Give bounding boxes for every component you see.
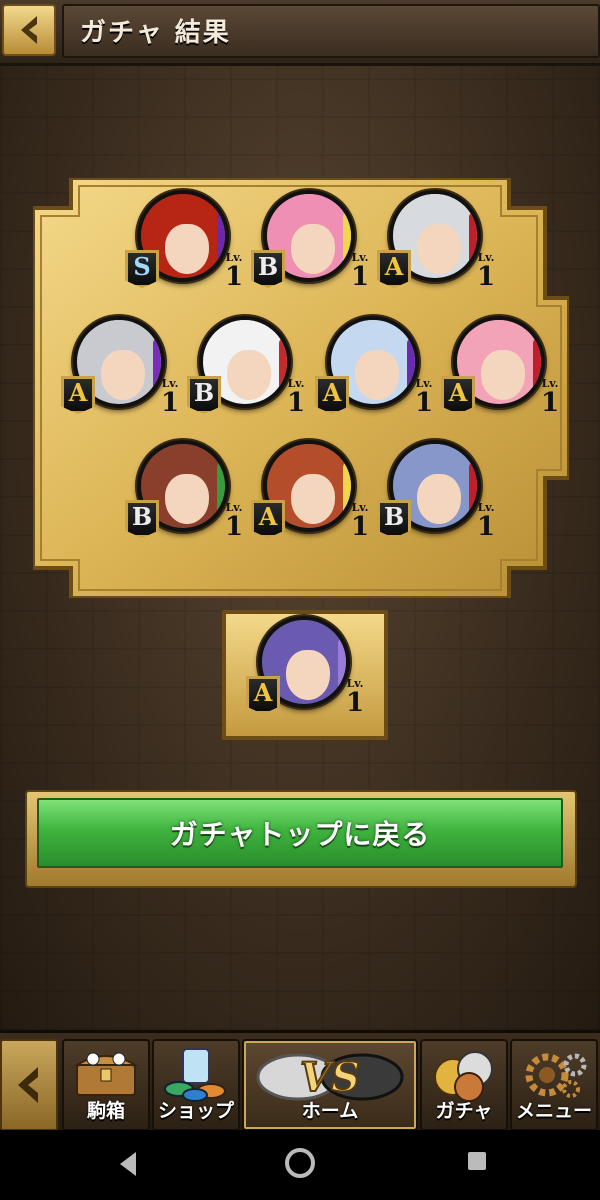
level-value: 1 xyxy=(414,388,434,418)
rank-badge: S xyxy=(125,250,159,288)
system-home-icon[interactable] xyxy=(283,1146,317,1180)
portrait-face xyxy=(286,650,330,700)
unit-card[interactable]: B Lv. 1 xyxy=(251,190,369,304)
level-value: 1 xyxy=(286,388,306,418)
gear-icon xyxy=(525,1053,587,1098)
vs-logo-text: VS xyxy=(300,1054,360,1101)
rank-badge: A xyxy=(61,376,95,414)
portrait-face xyxy=(291,224,335,274)
level-value: 1 xyxy=(350,512,370,542)
portrait-face xyxy=(101,350,145,400)
level-value: 1 xyxy=(345,688,365,718)
portrait-face xyxy=(355,350,399,400)
unit-card[interactable]: B Lv. 1 xyxy=(125,440,243,554)
unit-card[interactable]: B Lv. 1 xyxy=(377,440,495,554)
rank-badge: A xyxy=(246,676,280,714)
nav-back-button[interactable] xyxy=(0,1039,58,1131)
unit-card[interactable]: A Lv. 1 xyxy=(61,316,179,430)
portrait-face xyxy=(417,224,461,274)
nav-label-shop: ショップ xyxy=(157,1100,234,1122)
rank-letter: A xyxy=(384,252,404,281)
results-board: S Lv. 1 B Lv. 1 A Lv. 1 A Lv. 1 B Lv. 1 … xyxy=(33,178,569,598)
unit-card[interactable]: B Lv. 1 xyxy=(187,316,305,430)
nav-label-gacha: ガチャ xyxy=(435,1100,493,1122)
level-indicator: Lv. 1 xyxy=(407,378,441,424)
unit-card[interactable]: A Lv. 1 xyxy=(441,316,559,430)
portrait-face xyxy=(165,224,209,274)
rank-letter: B xyxy=(131,502,153,531)
rank-letter: B xyxy=(193,378,215,407)
level-value: 1 xyxy=(476,512,496,542)
level-value: 1 xyxy=(160,388,180,418)
rank-letter: B xyxy=(383,502,405,531)
portrait-face xyxy=(165,474,209,524)
portrait-face xyxy=(291,474,335,524)
chevron-left-icon xyxy=(18,1067,38,1103)
portrait-face xyxy=(227,350,271,400)
back-button[interactable] xyxy=(2,4,56,56)
chevron-left-icon xyxy=(21,16,37,44)
level-indicator: Lv. 1 xyxy=(338,678,372,724)
level-value: 1 xyxy=(540,388,560,418)
rank-letter: S xyxy=(133,252,151,281)
unit-card[interactable]: S Lv. 1 xyxy=(125,190,243,304)
level-value: 1 xyxy=(476,262,496,292)
rank-letter: A xyxy=(322,378,342,407)
level-value: 1 xyxy=(224,262,244,292)
rank-badge: B xyxy=(187,376,221,414)
return-to-gacha-top-button[interactable]: ガチャトップに戻る xyxy=(37,798,563,868)
level-indicator: Lv. 1 xyxy=(343,502,377,548)
shop-coins-icon xyxy=(164,1048,226,1102)
gacha-coins-icon xyxy=(434,1051,493,1102)
nav-item-gacha[interactable]: ガチャ xyxy=(420,1039,508,1131)
header: ガチャ 結果 xyxy=(0,0,600,66)
rank-letter: A xyxy=(253,678,273,707)
bottom-nav: 駒箱 ショップ VS ホーム ガチャ メニュー xyxy=(0,1030,600,1131)
level-indicator: Lv. 1 xyxy=(533,378,567,424)
rank-badge: B xyxy=(251,250,285,288)
level-indicator: Lv. 1 xyxy=(343,252,377,298)
nav-label-menu: メニュー xyxy=(515,1100,592,1122)
rank-badge: A xyxy=(377,250,411,288)
unit-card[interactable]: A Lv. 1 xyxy=(315,316,433,430)
nav-label-box: 駒箱 xyxy=(86,1100,125,1122)
bonus-board: A Lv. 1 xyxy=(222,610,388,740)
level-value: 1 xyxy=(350,262,370,292)
page-title: ガチャ 結果 xyxy=(80,18,231,48)
level-indicator: Lv. 1 xyxy=(469,502,503,548)
nav-label-home: ホーム xyxy=(301,1100,359,1122)
portrait-face xyxy=(481,350,525,400)
level-indicator: Lv. 1 xyxy=(217,252,251,298)
unit-card[interactable]: A Lv. 1 xyxy=(251,440,369,554)
rank-badge: A xyxy=(441,376,475,414)
level-indicator: Lv. 1 xyxy=(469,252,503,298)
nav-item-shop[interactable]: ショップ xyxy=(152,1039,240,1131)
rank-badge: B xyxy=(125,500,159,538)
return-button-frame: ガチャトップに戻る xyxy=(25,790,577,888)
treasure-chest-icon xyxy=(73,1052,139,1096)
level-indicator: Lv. 1 xyxy=(153,378,187,424)
rank-letter: B xyxy=(257,252,279,281)
rank-badge: A xyxy=(315,376,349,414)
unit-card[interactable]: A Lv. 1 xyxy=(377,190,495,304)
nav-item-menu[interactable]: メニュー xyxy=(510,1039,598,1131)
portrait-face xyxy=(417,474,461,524)
level-indicator: Lv. 1 xyxy=(217,502,251,548)
level-indicator: Lv. 1 xyxy=(279,378,313,424)
rank-letter: A xyxy=(68,378,88,407)
rank-badge: B xyxy=(377,500,411,538)
nav-item-home[interactable]: VS ホーム xyxy=(242,1039,418,1131)
system-nav-bar xyxy=(0,1130,600,1200)
rank-letter: A xyxy=(448,378,468,407)
system-recent-apps-icon[interactable] xyxy=(466,1150,488,1172)
system-back-icon[interactable] xyxy=(116,1150,140,1178)
unit-card[interactable]: A Lv. 1 xyxy=(246,616,364,730)
return-button-label: ガチャトップに戻る xyxy=(169,818,431,851)
nav-item-box[interactable]: 駒箱 xyxy=(62,1039,150,1131)
rank-badge: A xyxy=(251,500,285,538)
level-value: 1 xyxy=(224,512,244,542)
rank-letter: A xyxy=(258,502,278,531)
